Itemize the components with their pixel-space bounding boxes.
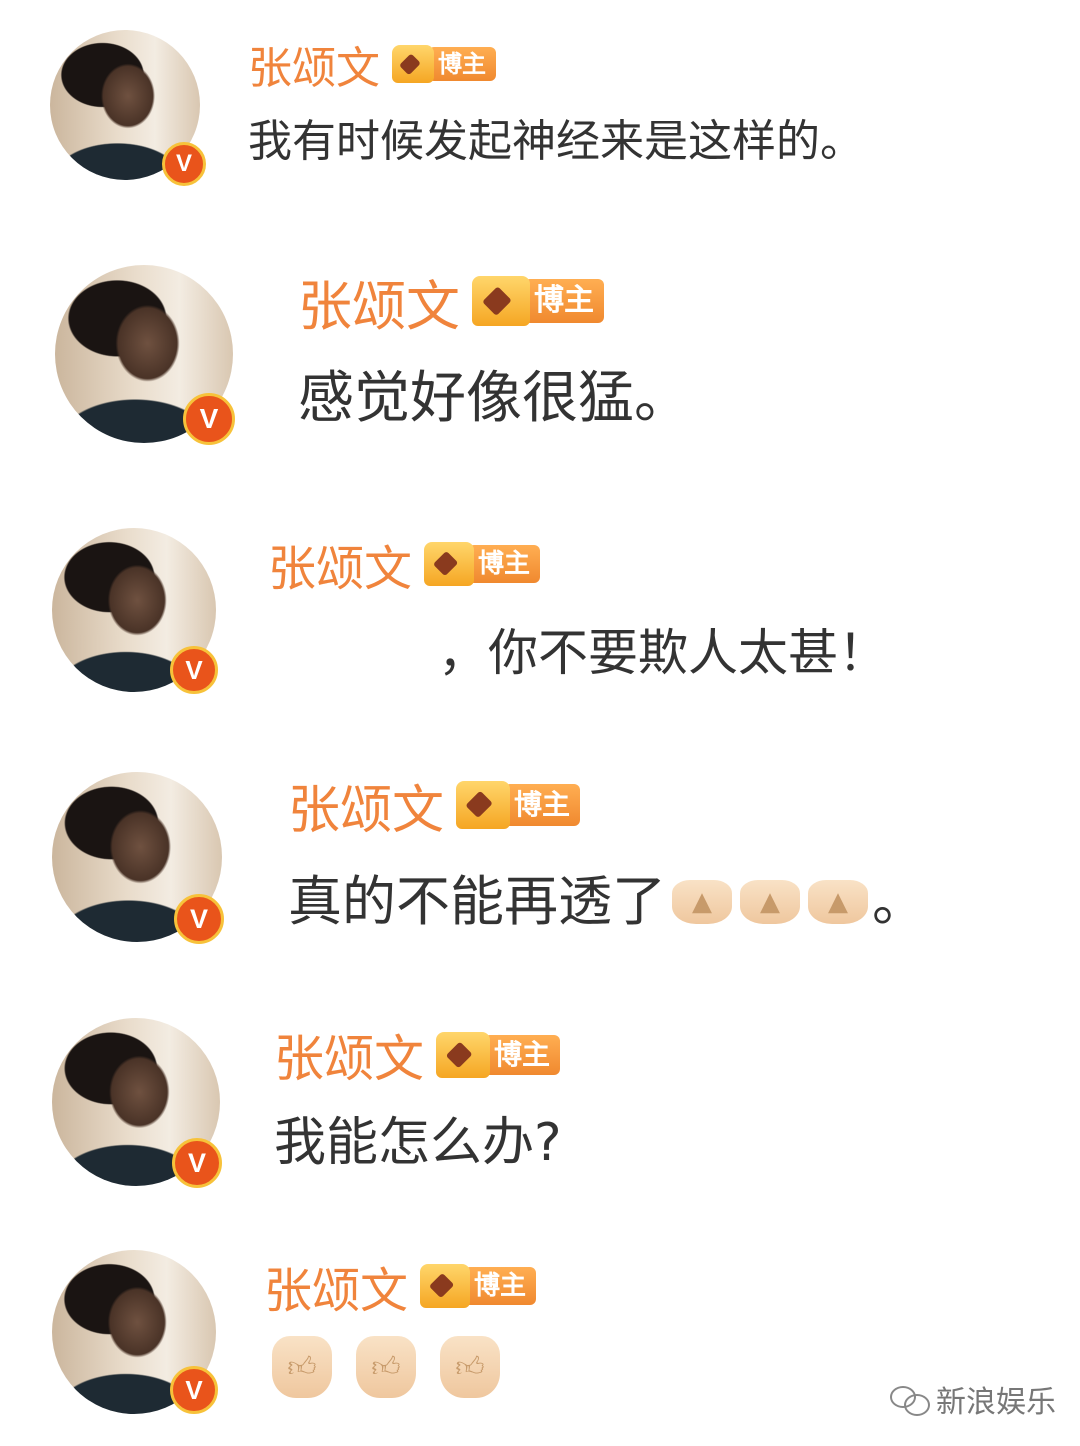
- badge-label: 博主: [484, 1035, 561, 1075]
- author-name[interactable]: 张颂文: [288, 768, 444, 843]
- crown-icon: [420, 1264, 471, 1308]
- author-name[interactable]: 张颂文: [298, 262, 460, 341]
- avatar[interactable]: V: [52, 772, 224, 944]
- blogger-badge: 博主: [436, 1032, 561, 1078]
- blogger-badge: 博主: [456, 781, 581, 829]
- watermark: 新浪娱乐: [890, 1377, 1056, 1421]
- verified-icon: V: [170, 1366, 218, 1414]
- comment-text-suffix: 。: [872, 870, 926, 933]
- folded-hands-emoji: ▲: [672, 880, 732, 924]
- badge-label: 博主: [464, 1267, 537, 1305]
- avatar[interactable]: V: [55, 265, 235, 445]
- thumbs-up-emoji: 👍︎: [272, 1336, 332, 1398]
- comment-text: 我能怎么办?: [274, 1113, 562, 1173]
- thumbs-up-emoji: 👍︎: [440, 1336, 500, 1398]
- author-name[interactable]: 张颂文: [268, 529, 412, 599]
- avatar[interactable]: V: [52, 528, 218, 694]
- crown-icon: [436, 1032, 490, 1078]
- badge-label: 博主: [504, 784, 581, 826]
- blogger-badge: 博主: [420, 1264, 537, 1308]
- crown-icon: [472, 276, 530, 326]
- verified-icon: V: [183, 393, 235, 445]
- avatar[interactable]: V: [52, 1018, 222, 1188]
- wechat-icon: [890, 1384, 930, 1416]
- crown-icon: [424, 542, 475, 586]
- blogger-badge: 博主: [424, 542, 541, 586]
- blogger-badge: 博主: [472, 276, 604, 326]
- comment-text: 感觉好像很猛。: [298, 366, 690, 431]
- badge-label: 博主: [468, 545, 541, 583]
- comment-text: ，你不要欺人太甚！: [438, 624, 888, 682]
- avatar[interactable]: V: [52, 1250, 218, 1414]
- crown-icon: [456, 781, 511, 829]
- folded-hands-emoji: ▲: [740, 880, 800, 924]
- badge-label: 博主: [524, 279, 604, 323]
- verified-icon: V: [172, 1138, 222, 1188]
- comment-item: V 张颂文 博主 👍︎ 👍︎ 👍︎: [0, 0, 1080, 1414]
- comment-text: 真的不能再透了: [288, 870, 666, 933]
- thumbs-up-emoji: 👍︎: [356, 1336, 416, 1398]
- author-name[interactable]: 张颂文: [274, 1019, 424, 1091]
- folded-hands-emoji: ▲: [808, 880, 868, 924]
- verified-icon: V: [174, 894, 224, 944]
- watermark-text: 新浪娱乐: [936, 1385, 1056, 1420]
- verified-icon: V: [170, 646, 218, 694]
- author-name[interactable]: 张颂文: [264, 1251, 408, 1321]
